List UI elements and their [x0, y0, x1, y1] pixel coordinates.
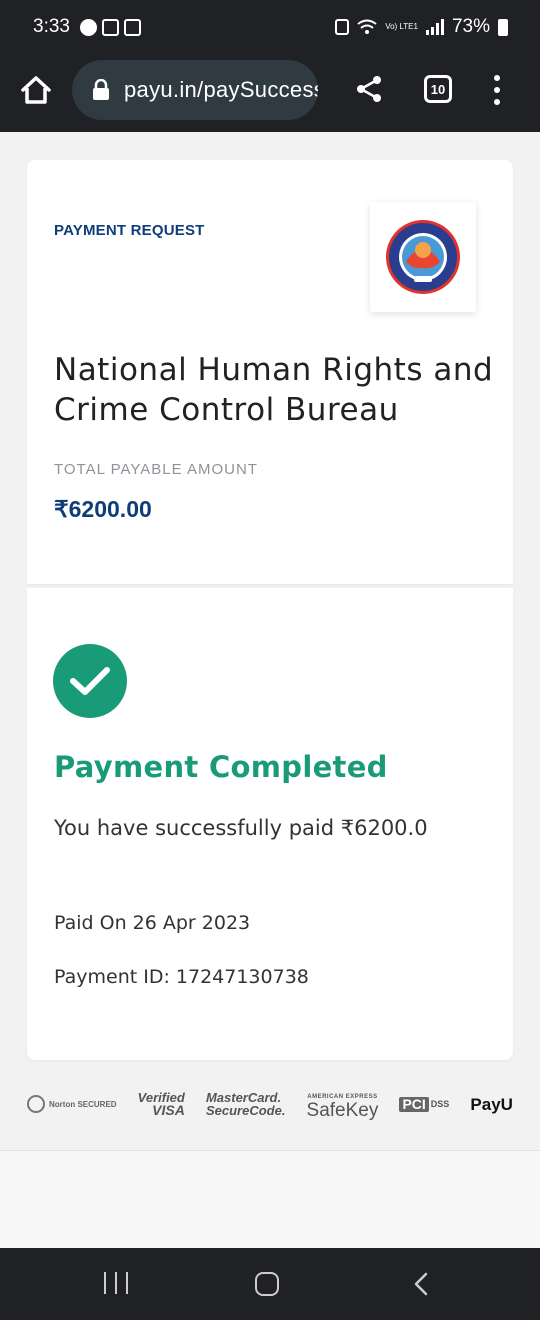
recents-button-icon[interactable]	[104, 1272, 128, 1294]
lock-icon	[93, 79, 109, 100]
merchant-name: National Human Rights and Crime Control …	[54, 352, 494, 428]
url-text[interactable]: payu.in/paySuccess	[124, 77, 318, 103]
payment-request-label: PAYMENT REQUEST	[54, 222, 205, 239]
success-check-icon	[53, 644, 127, 718]
payu-logo: PayU	[470, 1094, 513, 1114]
system-navigation-bar	[0, 1248, 540, 1320]
merchant-logo	[370, 202, 476, 312]
total-payable-amount: ₹6200.00	[54, 496, 152, 522]
back-button-icon[interactable]	[410, 1272, 434, 1296]
share-icon[interactable]	[354, 74, 384, 104]
payment-id: Payment ID: 17247130738	[54, 966, 309, 988]
tabs-button[interactable]: 10	[424, 75, 452, 103]
volte-label: Vo) LTE1	[385, 22, 418, 31]
page-content: PAYMENT REQUEST National Human Rights an…	[0, 132, 540, 1150]
overflow-menu-icon[interactable]	[490, 75, 504, 105]
trust-badges: Norton SECURED Verified VISA MasterCard.…	[27, 1084, 513, 1124]
home-button-icon[interactable]	[255, 1272, 279, 1296]
browser-toolbar: payu.in/paySuccess 10	[0, 58, 540, 132]
status-indicators: Vo) LTE1 73%	[335, 16, 508, 38]
voicemail-icon	[124, 19, 141, 36]
address-bar[interactable]: payu.in/paySuccess	[72, 60, 318, 120]
norton-badge: Norton SECURED	[27, 1095, 117, 1113]
payment-status-card: Payment Completed You have successfully …	[27, 588, 513, 1060]
page-bottom-area	[0, 1150, 540, 1248]
norton-check-icon	[27, 1095, 45, 1113]
nhrccb-emblem-icon	[386, 220, 460, 294]
payment-success-message: You have successfully paid ₹6200.0	[54, 816, 428, 840]
pci-dss-badge: PCI DSS	[399, 1096, 449, 1112]
status-time: 3:33	[33, 16, 70, 37]
status-bar: 3:33 Vo) LTE1 73%	[0, 0, 540, 58]
message-icon	[80, 19, 97, 36]
notification-icons	[80, 19, 141, 36]
lock-screen-icon	[335, 19, 350, 35]
amex-safekey-badge: AMERICAN EXPRESS SafeKey	[306, 1094, 379, 1121]
paid-on-date: Paid On 26 Apr 2023	[54, 912, 251, 934]
mastercard-securecode-badge: MasterCard. SecureCode.	[205, 1090, 286, 1118]
total-payable-label: TOTAL PAYABLE AMOUNT	[54, 461, 258, 478]
signal-icon	[425, 19, 444, 35]
gallery-icon	[102, 19, 119, 36]
verified-by-visa-badge: Verified VISA	[137, 1090, 185, 1118]
payment-status-title: Payment Completed	[54, 750, 388, 784]
merchant-card: PAYMENT REQUEST National Human Rights an…	[27, 160, 513, 584]
battery-percent: 73%	[451, 16, 490, 37]
home-icon[interactable]	[18, 72, 54, 108]
wifi-icon	[357, 19, 377, 34]
battery-icon	[498, 18, 508, 36]
